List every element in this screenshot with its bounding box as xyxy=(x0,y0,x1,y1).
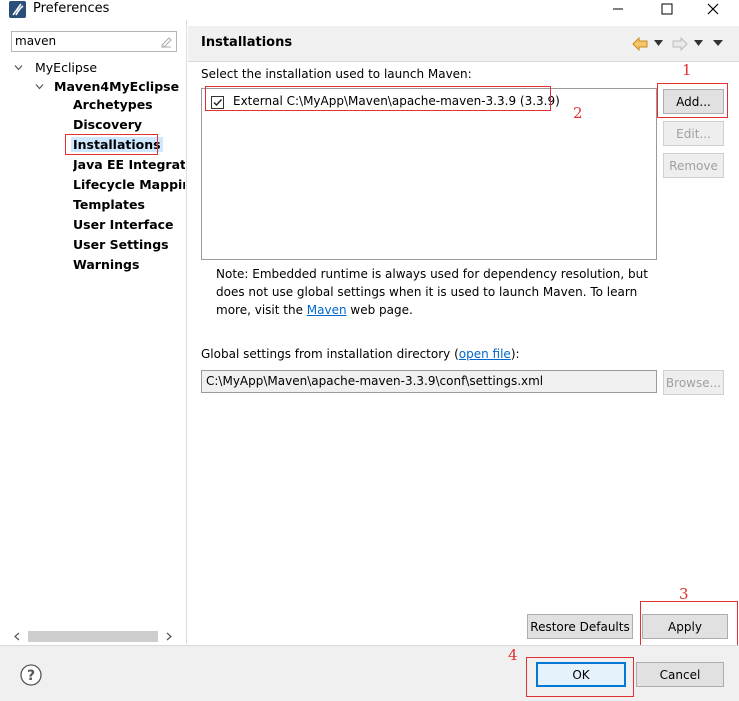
edit-button[interactable]: Edit... xyxy=(663,121,724,146)
select-installation-label: Select the installation used to launch M… xyxy=(201,67,472,81)
global-settings-path-field[interactable]: C:\MyApp\Maven\apache-maven-3.3.9\conf\s… xyxy=(201,370,657,393)
preferences-tree-pane xyxy=(0,20,187,644)
filter-input-value: maven xyxy=(15,34,57,48)
close-icon xyxy=(707,3,719,15)
maximize-button[interactable] xyxy=(652,0,682,18)
annotation-number-1: 1 xyxy=(682,61,692,79)
annotation-highlight-installations xyxy=(65,134,158,155)
filter-input[interactable]: maven xyxy=(11,31,177,52)
tree-item-discovery[interactable]: Discovery xyxy=(73,117,142,132)
tree-item-user-interface[interactable]: User Interface xyxy=(73,217,174,232)
scroll-left-icon[interactable] xyxy=(13,632,21,641)
annotation-highlight-installation xyxy=(205,86,551,111)
tree-item-label: MyEclipse xyxy=(35,59,98,75)
tree-item-maven4myeclipse[interactable]: Maven4MyEclipse xyxy=(35,77,179,95)
forward-arrow-icon xyxy=(672,37,688,51)
global-settings-text: ): xyxy=(510,347,520,361)
restore-defaults-button[interactable]: Restore Defaults xyxy=(527,614,633,639)
global-settings-text: Global settings from installation direct… xyxy=(201,347,459,361)
note-line: more, visit the Maven web page. xyxy=(216,301,648,319)
maven-web-link[interactable]: Maven xyxy=(307,303,347,317)
annotation-highlight-apply xyxy=(640,601,738,647)
open-file-link[interactable]: open file xyxy=(459,347,511,361)
note-line: does not use global settings when it is … xyxy=(216,285,638,299)
maximize-icon xyxy=(661,3,673,15)
annotation-number-4: 4 xyxy=(508,646,518,664)
annotation-number-2: 2 xyxy=(573,104,583,122)
tree-item-archetypes[interactable]: Archetypes xyxy=(73,97,153,112)
myeclipse-logo-icon xyxy=(9,1,26,18)
tree-item-warnings[interactable]: Warnings xyxy=(73,257,139,272)
tree-item-user-settings[interactable]: User Settings xyxy=(73,237,169,252)
note-text-part: more, visit the xyxy=(216,303,307,317)
scrollbar-thumb[interactable] xyxy=(28,631,158,642)
annotation-highlight-ok xyxy=(526,657,634,697)
tree-item-label: Maven4MyEclipse xyxy=(54,78,180,94)
annotation-number-3: 3 xyxy=(679,585,689,603)
tree-horizontal-scrollbar[interactable] xyxy=(11,628,177,645)
note-text: Note: Embedded runtime is always used fo… xyxy=(216,265,648,319)
back-dropdown-icon[interactable] xyxy=(654,40,663,47)
chevron-down-icon[interactable] xyxy=(14,63,23,72)
note-line: Note: Embedded runtime is always used fo… xyxy=(216,267,648,281)
browse-button[interactable]: Browse... xyxy=(663,370,724,395)
clear-filter-icon[interactable] xyxy=(159,34,173,48)
page-title: Installations xyxy=(201,35,293,50)
forward-dropdown-icon[interactable] xyxy=(694,40,703,47)
cancel-button[interactable]: Cancel xyxy=(636,662,724,687)
global-settings-label: Global settings from installation direct… xyxy=(201,347,520,361)
back-arrow-icon[interactable] xyxy=(632,37,648,51)
chevron-down-icon[interactable] xyxy=(35,82,44,91)
page-header: Installations xyxy=(188,26,739,62)
minimize-button[interactable] xyxy=(603,0,633,18)
annotation-highlight-add xyxy=(657,83,728,118)
remove-button[interactable]: Remove xyxy=(663,153,724,178)
tree-item-java-ee-integration[interactable]: Java EE Integratio xyxy=(73,157,185,172)
tree-item-myeclipse[interactable]: MyEclipse xyxy=(14,58,97,76)
installations-list[interactable]: External C:\MyApp\Maven\apache-maven-3.3… xyxy=(201,88,657,260)
scroll-right-icon[interactable] xyxy=(165,632,173,641)
tree-item-templates[interactable]: Templates xyxy=(73,197,145,212)
svg-text:?: ? xyxy=(27,668,35,684)
note-text-part: web page. xyxy=(346,303,413,317)
tree-item-lifecycle-mappings[interactable]: Lifecycle Mappin xyxy=(73,177,185,192)
window-title: Preferences xyxy=(33,1,110,16)
help-icon[interactable]: ? xyxy=(20,664,42,686)
close-button[interactable] xyxy=(698,0,728,18)
view-menu-icon[interactable] xyxy=(713,40,723,47)
minimize-icon xyxy=(613,8,623,10)
